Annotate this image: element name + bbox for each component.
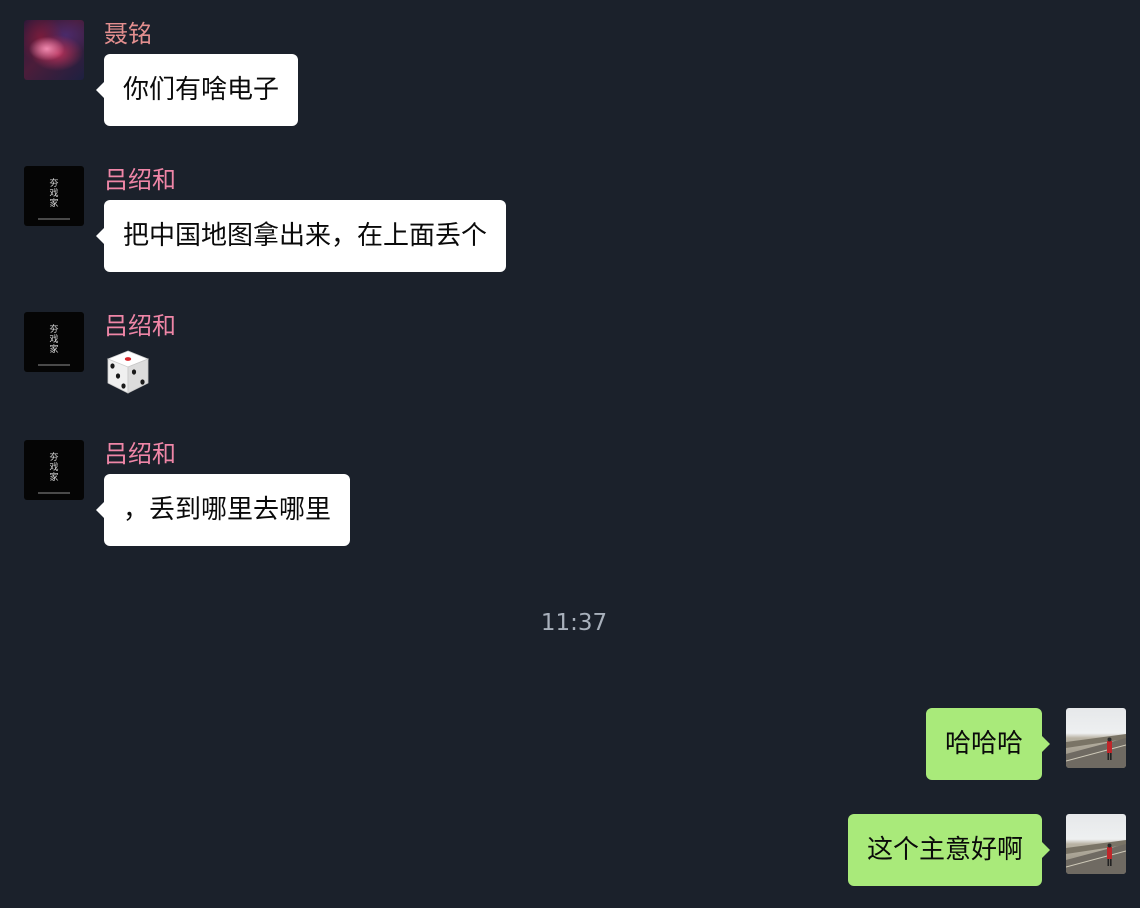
- svg-text:家: 家: [49, 343, 58, 355]
- svg-text:夯: 夯: [49, 451, 58, 463]
- avatar-self[interactable]: [1066, 708, 1126, 768]
- message-bubble-outgoing[interactable]: 这个主意好啊: [847, 814, 1051, 886]
- svg-text:家: 家: [49, 471, 58, 483]
- avatar-self[interactable]: [1066, 814, 1126, 874]
- sender-name: 吕绍和: [104, 166, 176, 194]
- message-bubble-outgoing[interactable]: 哈哈哈: [925, 708, 1051, 780]
- message-bubble[interactable]: ，丢到哪里去哪里: [95, 474, 351, 546]
- sender-name: 聂铭: [104, 20, 152, 48]
- svg-text:戏: 戏: [49, 461, 58, 473]
- svg-text:家: 家: [49, 197, 58, 209]
- sender-name: 吕绍和: [104, 312, 176, 340]
- timestamp: 11:37: [540, 610, 608, 636]
- svg-text:夯: 夯: [49, 177, 58, 189]
- dice-icon[interactable]: [104, 349, 152, 395]
- avatar-lv-shaohe[interactable]: 夯 戏 家: [24, 312, 84, 372]
- chat-window: 聂铭 你们有啥电子 夯 戏 家 吕绍和 把中国地图拿出来，在上面丢个 夯 戏 家…: [0, 0, 1140, 908]
- svg-text:夯: 夯: [49, 323, 58, 335]
- svg-text:戏: 戏: [49, 187, 58, 199]
- avatar-nie-ming[interactable]: [24, 20, 84, 80]
- message-bubble[interactable]: 把中国地图拿出来，在上面丢个: [95, 200, 507, 272]
- avatar-lv-shaohe[interactable]: 夯 戏 家: [24, 166, 84, 226]
- message-bubble[interactable]: 你们有啥电子: [95, 54, 299, 126]
- svg-text:戏: 戏: [49, 333, 58, 345]
- sender-name: 吕绍和: [104, 440, 176, 468]
- avatar-lv-shaohe[interactable]: 夯 戏 家: [24, 440, 84, 500]
